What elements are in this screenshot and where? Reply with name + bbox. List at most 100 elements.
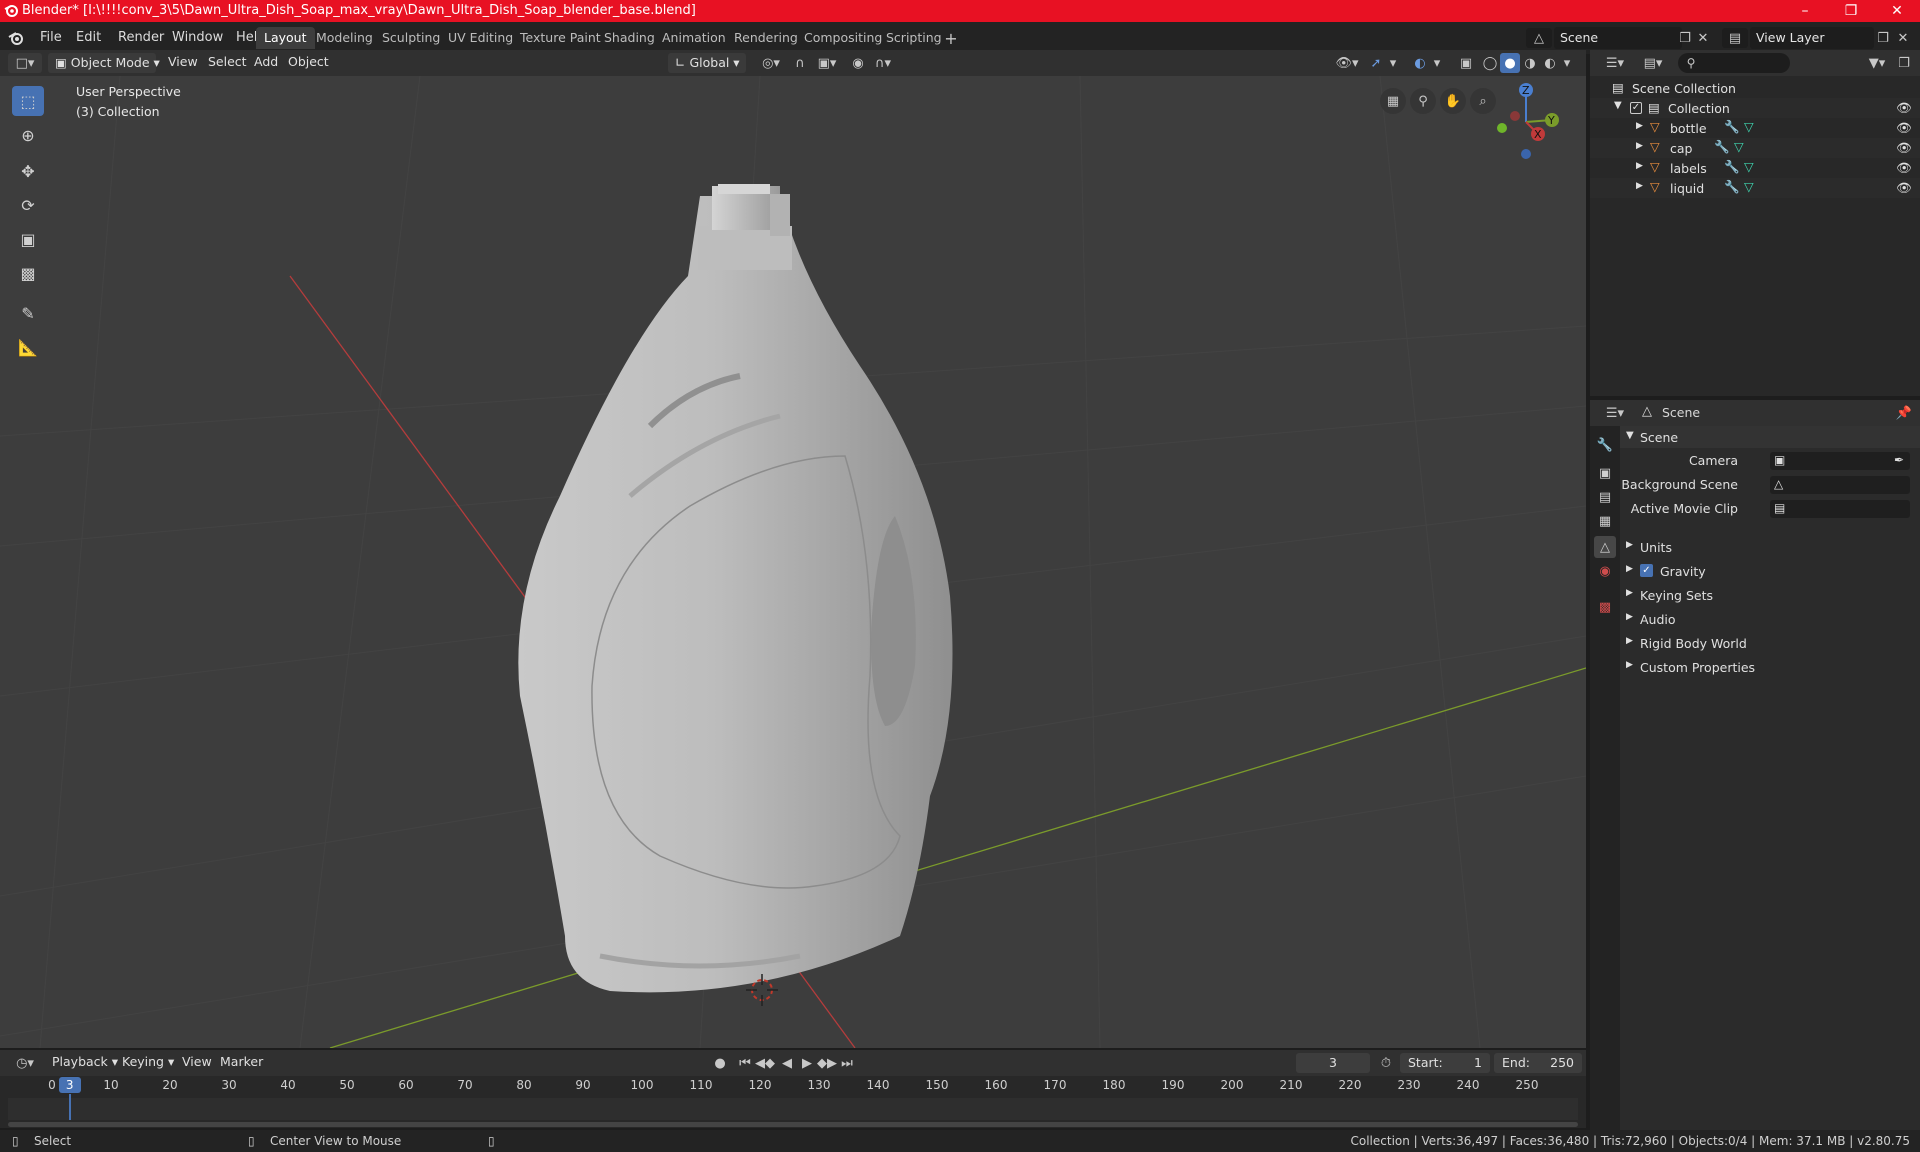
falloff-icon[interactable]: ∩▾ <box>868 53 898 73</box>
viewport-menu-add[interactable]: Add <box>254 54 278 69</box>
outliner-search-input[interactable]: ⚲ <box>1678 53 1790 73</box>
shading-solid-icon[interactable]: ● <box>1500 53 1520 73</box>
timeline-menu-playback[interactable]: Playback ▾ <box>52 1054 118 1069</box>
delete-view-layer-icon[interactable]: ✕ <box>1894 29 1912 47</box>
expand-arrow-icon[interactable]: ▶ <box>1636 121 1643 131</box>
timeline-menu-marker[interactable]: Marker <box>220 1054 263 1069</box>
next-keyframe-icon[interactable]: ◆▶ <box>817 1053 837 1073</box>
viewport-menu-object[interactable]: Object <box>288 54 329 69</box>
menu-window[interactable]: Window <box>166 28 229 47</box>
gizmo-dropdown-icon[interactable]: ▾ <box>1386 53 1400 73</box>
measure-tool-icon[interactable]: 📐 <box>12 332 44 362</box>
stopwatch-icon[interactable]: ⏱ <box>1376 1053 1396 1073</box>
view-layer-tab-icon[interactable]: ▦ <box>1594 510 1616 532</box>
object-mode-dropdown[interactable]: ▣ Object Mode ▾ <box>48 53 160 73</box>
blender-menu-icon[interactable] <box>8 30 24 46</box>
camera-view-icon[interactable]: ⚲ <box>1410 88 1436 114</box>
overlays-toggle-icon[interactable]: ◐ <box>1410 53 1430 73</box>
jump-start-icon[interactable]: ⏮ <box>736 1053 754 1073</box>
render-tab-icon[interactable]: ▣ <box>1594 462 1616 484</box>
tab-scripting[interactable]: Scripting <box>878 27 950 49</box>
eye-icon[interactable]: 👁 <box>1896 180 1912 196</box>
shading-material-icon[interactable]: ◑ <box>1520 53 1540 73</box>
tool-tab-icon[interactable]: 🔧 <box>1594 434 1616 456</box>
expand-arrow-icon[interactable]: ▶ <box>1636 161 1643 171</box>
active-movie-clip-field[interactable]: ▤ <box>1770 500 1910 518</box>
snap-magnet-icon[interactable]: ∩ <box>790 53 810 73</box>
timeline[interactable]: 0 10 20 30 40 50 60 70 80 90 100 110 120 130 140 150 160… <box>0 1076 1586 1128</box>
outliner-row-labels[interactable]: ▶ ▽ labels 🔧 ▽ 👁 <box>1590 158 1920 178</box>
record-icon[interactable]: ● <box>710 1053 730 1073</box>
maximize-icon[interactable]: ❐ <box>1828 0 1874 22</box>
expand-arrow-icon[interactable]: ▶ <box>1636 141 1643 151</box>
transform-tool-icon[interactable]: ▩ <box>12 258 44 288</box>
view-layer-field[interactable]: View Layer <box>1750 27 1874 49</box>
outliner-row-bottle[interactable]: ▶ ▽ bottle 🔧 ▽ 👁 <box>1590 118 1920 138</box>
outliner-row-cap[interactable]: ▶ ▽ cap 🔧 ▽ 👁 <box>1590 138 1920 158</box>
expand-arrow-icon[interactable]: ▼ <box>1614 100 1622 111</box>
zoom-icon[interactable]: ⌕ <box>1470 88 1496 114</box>
tab-uv-editing[interactable]: UV Editing <box>440 27 521 49</box>
editor-type-icon[interactable]: □▾ <box>8 53 42 73</box>
cursor-tool-icon[interactable]: ⊕ <box>12 120 44 150</box>
pivot-point-icon[interactable]: ◎▾ <box>756 53 786 73</box>
camera-field[interactable]: ▣ ✒ <box>1770 452 1910 470</box>
properties-editor-type-icon[interactable]: ☰▾ <box>1600 403 1630 423</box>
timeline-ruler[interactable]: 0 10 20 30 40 50 60 70 80 90 100 110 120 130 140 150 160… <box>0 1076 1586 1094</box>
close-icon[interactable]: ✕ <box>1874 0 1920 22</box>
scene-name-field[interactable]: Scene <box>1554 27 1682 49</box>
units-panel-header[interactable]: ▶ Units <box>1620 536 1920 558</box>
mesh-data-icon[interactable]: ▽ <box>1734 139 1744 154</box>
overlays-dropdown-icon[interactable]: ▾ <box>1430 53 1444 73</box>
gizmo-toggle-icon[interactable]: ➚ <box>1366 53 1386 73</box>
viewport-menu-select[interactable]: Select <box>208 54 247 69</box>
output-tab-icon[interactable]: ▤ <box>1594 486 1616 508</box>
grid-toggle-icon[interactable]: ▦ <box>1380 88 1406 114</box>
add-workspace-icon[interactable]: + <box>942 29 960 48</box>
scene-tab-icon[interactable]: △ <box>1594 536 1616 558</box>
play-icon[interactable]: ▶ <box>798 1053 816 1073</box>
tab-sculpting[interactable]: Sculpting <box>374 27 448 49</box>
filter-icon[interactable]: ▼▾ <box>1862 53 1892 73</box>
eye-icon[interactable]: 👁 <box>1896 140 1912 156</box>
tab-texture-paint[interactable]: Texture Paint <box>512 27 609 49</box>
mesh-data-icon[interactable]: ▽ <box>1744 119 1754 134</box>
tab-rendering[interactable]: Rendering <box>726 27 806 49</box>
playhead-frame-badge[interactable]: 3 <box>58 1077 81 1093</box>
end-frame-field[interactable]: End: 250 <box>1494 1053 1582 1073</box>
pin-icon[interactable]: 📌 <box>1894 403 1914 423</box>
timeline-track[interactable] <box>8 1098 1578 1120</box>
eye-icon[interactable]: 👁 <box>1896 120 1912 136</box>
tab-modeling[interactable]: Modeling <box>308 27 381 49</box>
move-tool-icon[interactable]: ✥ <box>12 156 44 186</box>
tab-animation[interactable]: Animation <box>654 27 734 49</box>
scene-browse-icon[interactable]: △ <box>1526 28 1552 48</box>
timeline-editor-type-icon[interactable]: ◷▾ <box>10 1053 40 1073</box>
delete-scene-icon[interactable]: ✕ <box>1694 29 1712 47</box>
pan-hand-icon[interactable]: ✋ <box>1440 88 1466 114</box>
annotate-tool-icon[interactable]: ✎ <box>12 298 44 328</box>
timeline-scrollbar[interactable] <box>8 1122 1578 1127</box>
tab-shading[interactable]: Shading <box>596 27 663 49</box>
custom-properties-panel-header[interactable]: ▶ Custom Properties <box>1620 656 1920 678</box>
outliner-editor-type-icon[interactable]: ☰▾ <box>1600 53 1630 73</box>
current-frame-field[interactable]: 3 <box>1296 1053 1370 1073</box>
viewport-menu-view[interactable]: View <box>168 54 198 69</box>
eye-icon[interactable]: 👁 <box>1896 160 1912 176</box>
eye-icon[interactable]: 👁 <box>1896 100 1912 116</box>
shading-rendered-icon[interactable]: ◐ <box>1540 53 1560 73</box>
mesh-data-icon[interactable]: ▽ <box>1744 159 1754 174</box>
minimize-icon[interactable]: – <box>1782 0 1828 22</box>
3d-viewport[interactable]: User Perspective (3) Collection Z Y X ▦ … <box>0 76 1586 1048</box>
audio-panel-header[interactable]: ▶ Audio <box>1620 608 1920 630</box>
transform-orientation-dropdown[interactable]: ∟ Global ▾ <box>668 53 746 73</box>
modifier-wrench-icon[interactable]: 🔧 <box>1724 119 1740 135</box>
shading-dropdown-icon[interactable]: ▾ <box>1560 53 1574 73</box>
collection-checkbox[interactable]: ✓ <box>1630 102 1642 114</box>
timeline-menu-keying[interactable]: Keying ▾ <box>122 1054 174 1069</box>
modifier-wrench-icon[interactable]: 🔧 <box>1724 179 1740 195</box>
background-scene-field[interactable]: △ <box>1770 476 1910 494</box>
shading-wireframe-icon[interactable]: ◯ <box>1480 53 1500 73</box>
mesh-data-icon[interactable]: ▽ <box>1744 179 1754 194</box>
modifier-wrench-icon[interactable]: 🔧 <box>1724 159 1740 175</box>
